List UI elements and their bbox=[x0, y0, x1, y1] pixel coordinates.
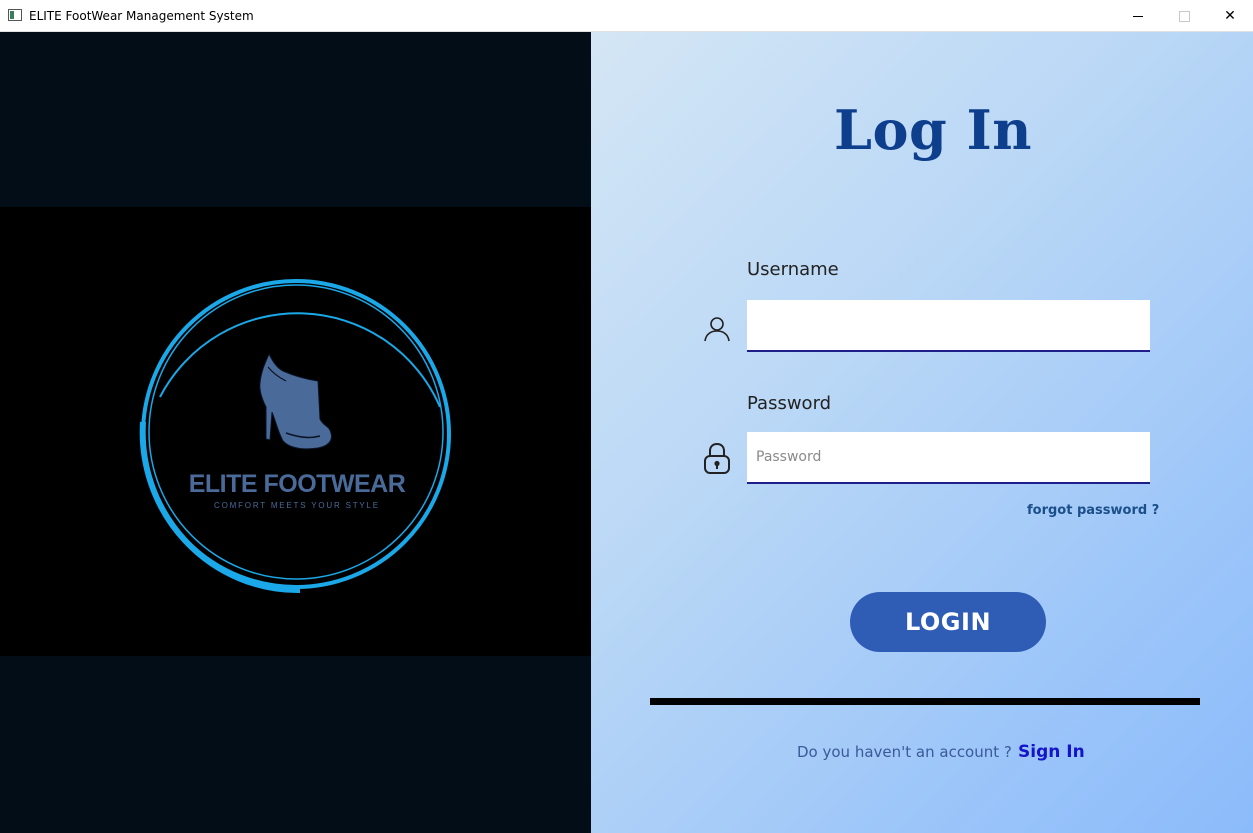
brand-tagline: COMFORT MEETS YOUR STYLE bbox=[214, 501, 380, 510]
title-bar: ELITE FootWear Management System ✕ bbox=[0, 0, 1253, 32]
brand-panel: ELITE FOOTWEAR COMFORT MEETS YOUR STYLE bbox=[0, 32, 591, 833]
shoe-icon bbox=[259, 352, 332, 450]
close-icon: ✕ bbox=[1224, 8, 1236, 24]
app-icon bbox=[8, 9, 22, 21]
divider bbox=[650, 698, 1200, 705]
minimize-button[interactable] bbox=[1115, 0, 1161, 32]
username-label: Username bbox=[747, 259, 839, 280]
username-input[interactable] bbox=[747, 300, 1150, 352]
page-title: Log In bbox=[834, 98, 1033, 162]
brand-name: ELITE FOOTWEAR bbox=[188, 470, 406, 498]
maximize-button[interactable] bbox=[1161, 0, 1207, 32]
minimize-icon bbox=[1133, 15, 1143, 17]
maximize-icon bbox=[1178, 10, 1190, 22]
login-panel: Log In Username Password forgot password… bbox=[591, 32, 1253, 833]
sign-in-link[interactable]: Sign In bbox=[1018, 742, 1085, 762]
forgot-password-link[interactable]: forgot password ? bbox=[1027, 503, 1159, 518]
logo-area: ELITE FOOTWEAR COMFORT MEETS YOUR STYLE bbox=[0, 207, 591, 656]
lock-icon bbox=[704, 442, 730, 474]
login-button[interactable]: LOGIN bbox=[850, 592, 1046, 652]
window-title: ELITE FootWear Management System bbox=[29, 9, 254, 23]
password-input[interactable] bbox=[747, 432, 1150, 484]
no-account-text: Do you haven't an account ? bbox=[797, 743, 1012, 761]
user-icon bbox=[704, 317, 730, 342]
password-label: Password bbox=[747, 393, 832, 414]
brand-logo bbox=[139, 279, 451, 594]
close-button[interactable]: ✕ bbox=[1207, 0, 1253, 32]
